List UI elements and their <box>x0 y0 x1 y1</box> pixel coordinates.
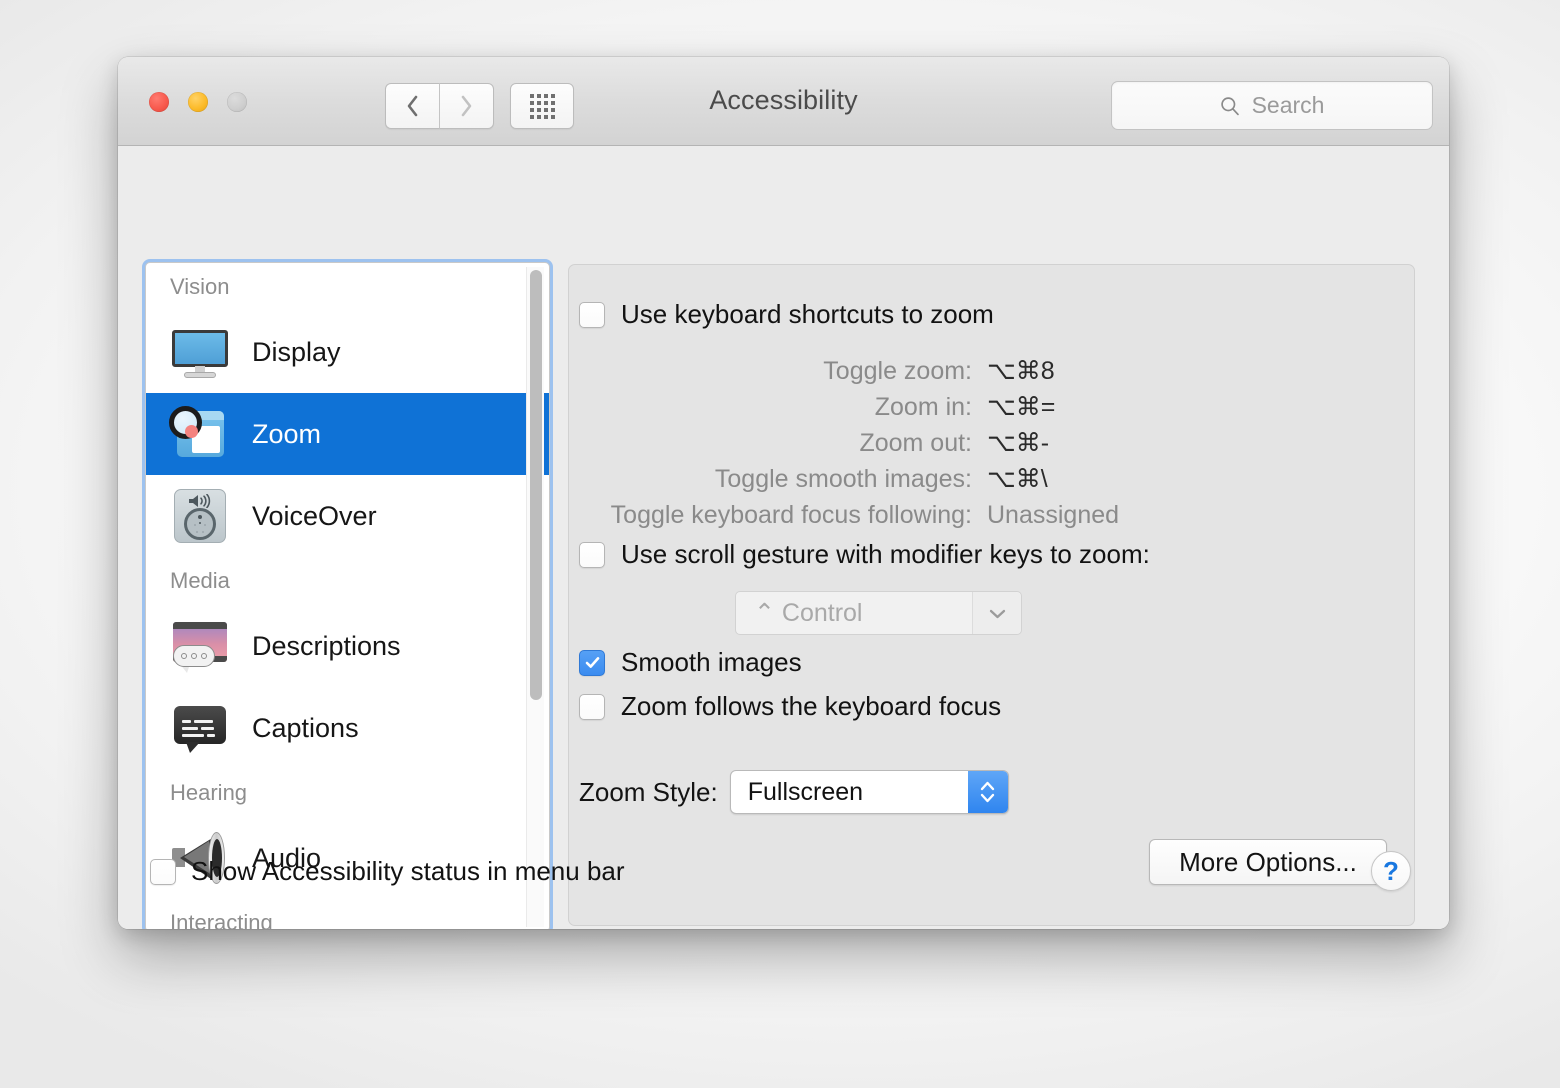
shortcut-name: Zoom out: <box>859 428 972 457</box>
voiceover-icon <box>170 486 230 546</box>
sidebar-group-interacting: Interacting <box>170 910 273 929</box>
more-options-button[interactable]: More Options... <box>1149 839 1387 885</box>
modifier-key-select[interactable]: ⌃ Control <box>735 591 1022 635</box>
shortcut-value: ⌥⌘8 <box>987 357 1055 385</box>
sidebar-item-label: VoiceOver <box>252 500 377 531</box>
shortcut-name: Toggle keyboard focus following: <box>610 500 972 529</box>
shortcut-value: ⌥⌘\ <box>987 465 1048 493</box>
use-keyboard-shortcuts-label: Use keyboard shortcuts to zoom <box>621 299 994 329</box>
use-keyboard-shortcuts-checkbox[interactable] <box>579 301 605 328</box>
shortcut-value: ⌥⌘= <box>987 393 1056 421</box>
sidebar-item-label: Descriptions <box>252 630 401 661</box>
descriptions-icon <box>170 616 230 676</box>
shortcut-name: Toggle smooth images: <box>714 464 972 493</box>
search-field[interactable]: Search <box>1111 81 1433 130</box>
smooth-images-checkbox[interactable] <box>579 649 605 676</box>
modifier-key-value: ⌃ Control <box>754 599 863 627</box>
category-sidebar: Vision Display Zoom VoiceOver Media Desc… <box>145 262 550 929</box>
shortcut-value: Unassigned <box>987 500 1120 529</box>
search-icon <box>1220 96 1239 115</box>
sidebar-item-label: Zoom <box>252 418 322 449</box>
sidebar-item-label: Display <box>252 336 341 367</box>
shortcut-row: Toggle zoom: ⌥⌘8 <box>579 353 1139 389</box>
help-button[interactable]: ? <box>1371 851 1411 891</box>
zoom-follows-focus-checkbox[interactable] <box>579 693 605 720</box>
shortcut-row: Zoom in: ⌥⌘= <box>579 389 1139 425</box>
system-preferences-window: Accessibility Search Vision Display Zoom… <box>118 57 1449 929</box>
sidebar-item-captions[interactable]: Captions <box>146 687 549 769</box>
sidebar-scrollbar[interactable] <box>526 267 544 927</box>
sidebar-item-zoom[interactable]: Zoom <box>146 393 549 475</box>
scroll-gesture-label: Use scroll gesture with modifier keys to… <box>621 539 1150 569</box>
show-accessibility-status-checkbox[interactable] <box>150 858 176 885</box>
show-status-checkbox-row[interactable]: Show Accessibility status in menu bar <box>150 856 625 887</box>
window-titlebar: Accessibility Search <box>118 57 1449 146</box>
shortcut-row: Zoom out: ⌥⌘- <box>579 425 1139 461</box>
show-accessibility-status-label: Show Accessibility status in menu bar <box>191 856 625 886</box>
captions-icon <box>170 698 230 758</box>
window-body: Vision Display Zoom VoiceOver Media Desc… <box>118 146 1449 929</box>
sidebar-scroll-area[interactable]: Vision Display Zoom VoiceOver Media Desc… <box>146 263 549 929</box>
sidebar-group-hearing: Hearing <box>170 780 248 805</box>
smooth-images-checkbox-row[interactable]: Smooth images <box>579 647 802 678</box>
zoom-style-value: Fullscreen <box>747 777 864 806</box>
sidebar-item-label: Captions <box>252 712 359 743</box>
shortcut-row: Toggle smooth images: ⌥⌘\ <box>579 461 1139 497</box>
scroll-gesture-checkbox[interactable] <box>579 541 605 568</box>
shortcut-name: Zoom in: <box>874 392 972 421</box>
zoom-settings-panel: Use keyboard shortcuts to zoom Toggle zo… <box>568 264 1415 926</box>
zoom-follows-focus-checkbox-row[interactable]: Zoom follows the keyboard focus <box>579 691 1001 722</box>
sidebar-group-media: Media <box>170 568 230 593</box>
sidebar-item-voiceover[interactable]: VoiceOver <box>146 475 549 557</box>
shortcut-name: Toggle zoom: <box>823 356 972 385</box>
search-placeholder: Search <box>1251 92 1325 118</box>
display-icon <box>170 322 230 382</box>
sidebar-item-display[interactable]: Display <box>146 311 549 393</box>
sidebar-item-descriptions[interactable]: Descriptions <box>146 605 549 687</box>
zoom-style-select[interactable]: Fullscreen <box>729 770 1009 814</box>
zoom-follows-focus-label: Zoom follows the keyboard focus <box>621 691 1002 721</box>
sidebar-scrollbar-thumb[interactable] <box>530 270 542 700</box>
chevron-down-icon <box>972 592 1021 634</box>
sidebar-group-vision: Vision <box>170 274 230 299</box>
use-keyboard-shortcuts-checkbox-row[interactable]: Use keyboard shortcuts to zoom <box>579 299 994 330</box>
zoom-style-row: Zoom Style: Fullscreen <box>579 770 1009 814</box>
shortcut-value: ⌥⌘- <box>987 429 1050 457</box>
shortcut-row: Toggle keyboard focus following: Unassig… <box>579 497 1139 533</box>
zoom-style-label: Zoom Style: <box>579 776 718 807</box>
scroll-gesture-checkbox-row[interactable]: Use scroll gesture with modifier keys to… <box>579 539 1150 570</box>
chevron-up-down-icon <box>967 771 1008 813</box>
zoom-icon <box>169 404 230 464</box>
smooth-images-label: Smooth images <box>621 647 802 677</box>
shortcut-list: Toggle zoom: ⌥⌘8 Zoom in: ⌥⌘= Zoom out: … <box>579 353 1139 533</box>
